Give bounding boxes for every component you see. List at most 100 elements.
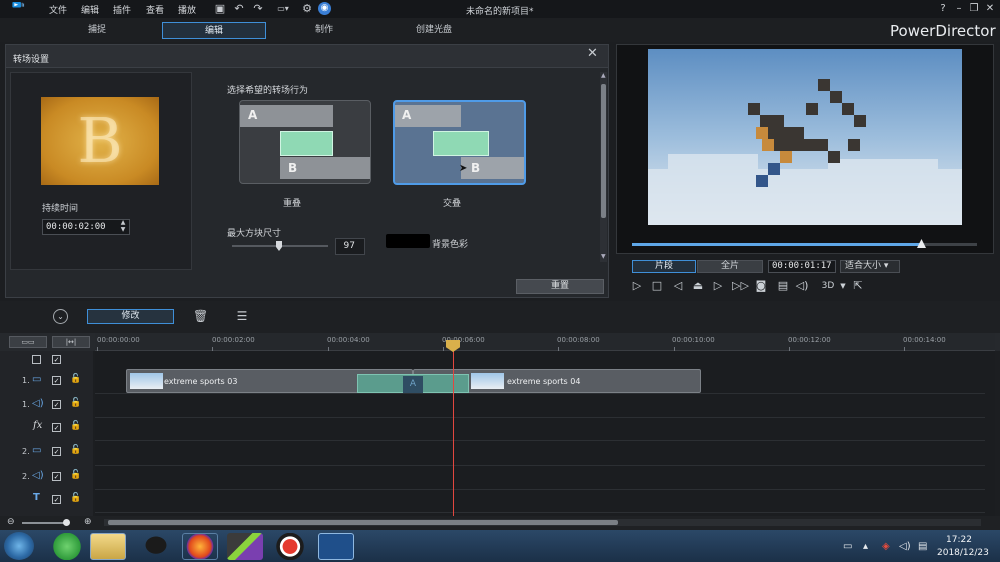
close-panel-icon[interactable]: ✕ (587, 46, 598, 61)
timeline-zoom-knob[interactable] (63, 519, 70, 526)
network-icon[interactable]: ▭ (843, 541, 852, 552)
zoom-fit-select[interactable]: 适合大小 ▾ (840, 260, 900, 273)
clock-time[interactable]: 17:22 (946, 535, 972, 545)
3d-dropdown-icon[interactable]: ▼ (836, 279, 850, 293)
menu-view[interactable]: 查看 (146, 3, 164, 16)
track-number: 2. (22, 472, 30, 481)
ruler-tick (788, 347, 790, 351)
tab-capture[interactable]: 捕捉 (60, 22, 134, 39)
qq-icon[interactable] (138, 533, 174, 560)
video-app-icon[interactable] (227, 533, 263, 560)
brand-name: PowerDirector (890, 22, 996, 40)
storyboard-view-icon[interactable]: ▭▭ (9, 336, 47, 348)
tray-expand-icon[interactable]: ▴ (863, 541, 868, 552)
zoom-in-icon[interactable]: ⊕ (84, 517, 92, 527)
block-size-value[interactable]: 97 (335, 238, 365, 255)
preview-timecode[interactable]: 00:00:01:17 (768, 260, 836, 273)
fit-timeline-icon[interactable]: |↔| (52, 336, 90, 348)
cross-region (433, 131, 489, 156)
track-enable-checkbox[interactable]: ✓ (52, 495, 61, 504)
snapshot-icon[interactable]: ◙ (754, 279, 768, 293)
transition-marker[interactable]: A (403, 376, 423, 393)
fast-forward-icon[interactable]: ▷▷ (732, 279, 749, 293)
input-method-icon[interactable]: ▤ (918, 541, 927, 552)
cyberlink-account-icon[interactable]: ◉ (318, 2, 331, 15)
collapse-icon[interactable]: ⌄ (53, 309, 68, 324)
settings-gear-icon[interactable]: ⚙ (300, 2, 314, 15)
edit-list-icon[interactable]: ☰ (235, 309, 249, 324)
playhead-line (453, 340, 454, 518)
powerdirector-taskbar-icon[interactable] (318, 533, 354, 560)
max-block-size-label: 最大方块尺寸 (227, 229, 282, 239)
tab-produce[interactable]: 制作 (285, 22, 363, 39)
track-enable-checkbox[interactable]: ✓ (52, 423, 61, 432)
tab-edit[interactable]: 编辑 (162, 22, 266, 39)
lock-icon[interactable]: 🔓 (70, 445, 81, 455)
firefox-icon[interactable] (182, 533, 218, 560)
track-header-title: T ✓ 🔓 (0, 489, 93, 511)
track-enable-checkbox[interactable]: ✓ (52, 376, 61, 385)
ruler-tick (327, 347, 329, 351)
save-icon[interactable]: ▣ (213, 2, 227, 15)
help-icon[interactable]: ? (936, 2, 950, 15)
movie-mode-button[interactable]: 全片 (697, 260, 763, 273)
file-explorer-icon[interactable] (90, 533, 126, 560)
aspect-ratio-icon[interactable]: ▭▾ (271, 2, 295, 15)
all-tracks-enable-checkbox[interactable]: ✓ (52, 355, 61, 364)
lock-icon[interactable]: 🔓 (70, 470, 81, 480)
duration-spinner[interactable]: ▲ ▼ (117, 219, 129, 235)
stop-icon[interactable]: □ (650, 279, 664, 293)
undo-icon[interactable]: ↶ (232, 2, 246, 15)
windows-start-icon[interactable] (4, 532, 34, 560)
clock-date[interactable]: 2018/12/23 (937, 548, 989, 558)
lock-icon[interactable]: 🔓 (70, 374, 81, 384)
close-window-icon[interactable]: ✕ (983, 2, 997, 15)
ruler-tick (904, 347, 906, 351)
zoom-out-icon[interactable]: ⊖ (7, 517, 15, 527)
speaker-icon[interactable]: ◁) (899, 541, 911, 552)
play-icon[interactable]: ▷ (630, 279, 644, 293)
track-enable-checkbox[interactable]: ✓ (52, 472, 61, 481)
reset-button[interactable]: 重置 (516, 279, 604, 294)
modify-button[interactable]: 修改 (87, 309, 174, 324)
redo-icon[interactable]: ↷ (251, 2, 265, 15)
minimize-icon[interactable]: – (952, 2, 966, 15)
background-color-swatch[interactable] (386, 234, 430, 248)
lock-icon[interactable]: 🔓 (70, 421, 81, 431)
option-overlap[interactable]: A B (239, 100, 371, 184)
preview-scrub-progress (632, 243, 922, 246)
restore-icon[interactable]: ❐ (967, 2, 981, 15)
previous-frame-icon[interactable]: ◁ (671, 279, 685, 293)
screen-recorder-icon[interactable] (272, 533, 308, 560)
undock-icon[interactable]: ⇱ (851, 279, 865, 293)
tab-create-disc[interactable]: 创建光盘 (395, 22, 473, 39)
menu-file[interactable]: 文件 (49, 3, 67, 16)
menu-plugins[interactable]: 插件 (113, 3, 131, 16)
security-icon[interactable]: ◈ (882, 541, 890, 552)
volume-icon[interactable]: ◁) (795, 279, 809, 293)
scroll-down-icon[interactable]: ▼ (601, 253, 606, 260)
menu-edit[interactable]: 编辑 (81, 3, 99, 16)
option-cross-selected[interactable]: A B ➤ (393, 100, 526, 185)
next-frame-icon[interactable]: ▷ (711, 279, 725, 293)
track-divider (95, 417, 985, 418)
lock-icon[interactable]: 🔓 (70, 493, 81, 503)
all-tracks-toggle[interactable] (32, 355, 41, 364)
track-enable-checkbox[interactable]: ✓ (52, 447, 61, 456)
scroll-up-icon[interactable]: ▲ (601, 72, 606, 79)
panel-header (6, 45, 608, 68)
clip-mode-button[interactable]: 片段 (632, 260, 696, 273)
track-divider (95, 512, 985, 513)
lock-icon[interactable]: 🔓 (70, 398, 81, 408)
menu-playback[interactable]: 播放 (178, 3, 196, 16)
trash-icon[interactable]: 🗑 (193, 309, 208, 324)
timeline-zoom-slider[interactable] (22, 522, 68, 524)
split-icon[interactable]: ⏏ (691, 279, 705, 293)
track-divider (95, 440, 985, 441)
subtitle-icon[interactable]: ▤ (776, 279, 790, 293)
timeline-scrollbar-thumb[interactable] (108, 520, 618, 525)
app-360-icon[interactable] (49, 533, 85, 560)
track-divider (95, 465, 985, 466)
track-enable-checkbox[interactable]: ✓ (52, 400, 61, 409)
panel-scrollbar-thumb[interactable] (601, 84, 606, 218)
